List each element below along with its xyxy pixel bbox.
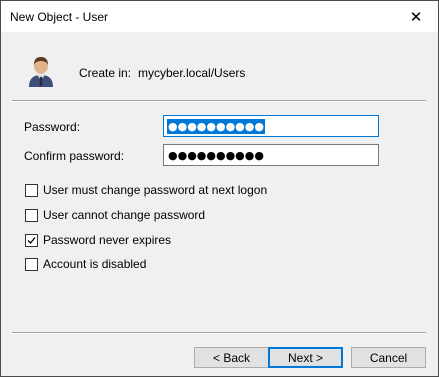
option-label: User must change password at next logon: [43, 183, 268, 197]
option-cannot-change-password[interactable]: User cannot change password: [25, 208, 205, 222]
header-divider: [12, 100, 426, 102]
next-button[interactable]: Next >: [268, 347, 343, 368]
option-label: Account is disabled: [43, 257, 147, 271]
create-in-path: mycyber.local/Users: [138, 66, 246, 80]
confirm-password-label: Confirm password:: [24, 149, 125, 163]
option-label: Password never expires: [43, 233, 172, 247]
close-icon: ✕: [409, 8, 423, 26]
checkmark-icon: [27, 236, 36, 244]
close-button[interactable]: ✕: [394, 1, 438, 32]
window-title: New Object - User: [10, 10, 109, 24]
confirm-password-field[interactable]: ●●●●●●●●●●: [163, 144, 379, 166]
password-field[interactable]: ●●●●●●●●●●: [163, 115, 379, 137]
option-label: User cannot change password: [43, 208, 206, 222]
back-button[interactable]: < Back: [194, 347, 269, 368]
checkbox[interactable]: [25, 208, 38, 222]
option-must-change-password[interactable]: User must change password at next logon: [25, 183, 267, 197]
cancel-button[interactable]: Cancel: [351, 347, 426, 368]
checkbox[interactable]: [25, 257, 38, 271]
user-icon: [29, 57, 53, 87]
title-bar[interactable]: New Object - User ✕: [1, 1, 438, 32]
password-label: Password:: [24, 120, 81, 134]
footer-divider: [12, 332, 426, 334]
checkbox[interactable]: [25, 233, 38, 247]
checkbox[interactable]: [25, 183, 38, 197]
password-value: ●●●●●●●●●●: [167, 119, 265, 134]
option-account-disabled[interactable]: Account is disabled: [25, 257, 146, 271]
create-in-label: Create in:: [79, 66, 132, 80]
confirm-password-value: ●●●●●●●●●●: [168, 149, 264, 162]
new-object-user-dialog: New Object - User ✕ Create in: mycyber.l…: [0, 0, 439, 377]
option-password-never-expires[interactable]: Password never expires: [25, 233, 171, 247]
